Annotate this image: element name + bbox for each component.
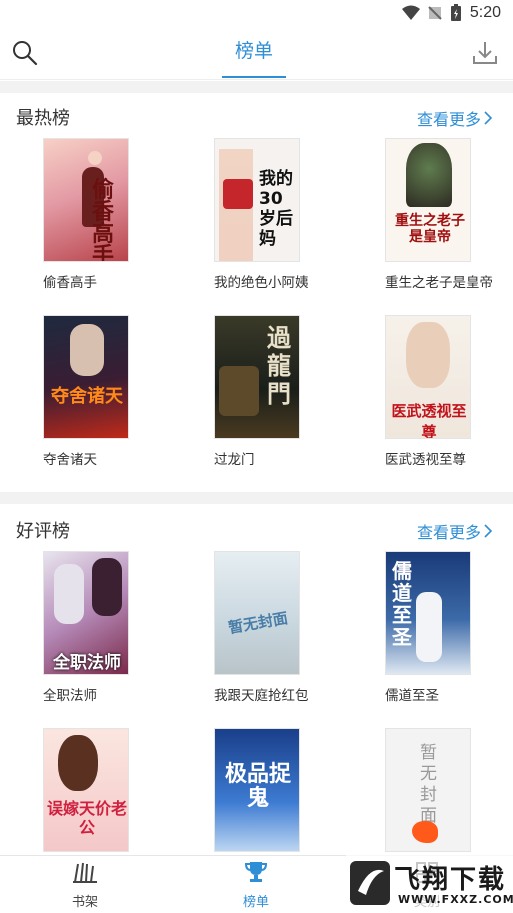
book-title: 儒道至圣: [385, 688, 439, 703]
cover-text: 误嫁天价老公: [46, 799, 127, 837]
book-cover: 偷香高手: [43, 138, 129, 262]
cover-skirt: [223, 179, 253, 209]
cover-text: 重生之老子是皇帝: [395, 213, 465, 245]
watermark-text: 飞翔下载: [394, 865, 507, 895]
cover-figure: [70, 324, 104, 376]
watermark-url: WWW.FXXZ.COM: [398, 893, 513, 906]
see-more-hot[interactable]: 查看更多: [417, 106, 493, 130]
active-tab-indicator: [222, 76, 286, 78]
cover-figure: [219, 366, 259, 416]
watermark-logo: [350, 861, 390, 905]
book-cover: 暂无封面: [214, 551, 300, 675]
cover-text: 過龍門: [267, 323, 291, 408]
cover-text: 全职法师: [53, 653, 121, 673]
cover-text: 偷香高手: [92, 177, 115, 262]
download-icon[interactable]: [471, 39, 499, 67]
tab-label: 榜单: [242, 894, 269, 909]
cover-text: 儒道至圣: [392, 559, 412, 649]
book-cover: 儒道至圣: [385, 551, 471, 675]
cover-text: 极品捉鬼: [224, 762, 291, 811]
status-bar: 5:20: [0, 0, 513, 28]
tab-label: 书架: [71, 894, 98, 909]
tab-bookshelf[interactable]: 书架: [35, 860, 135, 910]
no-signal-icon: [428, 6, 442, 20]
book-cover: 极品捉鬼: [214, 728, 300, 852]
chevron-right-icon: [484, 524, 493, 538]
section-divider: [0, 81, 513, 93]
search-icon[interactable]: [10, 38, 40, 68]
book-title: 夺舍诸天: [43, 452, 97, 467]
cover-figure: [54, 564, 84, 624]
cover-text: 我的30岁后妈: [259, 169, 293, 249]
cover-figure: [406, 322, 450, 388]
cover-figure: [58, 735, 98, 791]
book-cover: 過龍門: [214, 315, 300, 439]
trophy-icon: [244, 862, 268, 882]
cover-fish-icon: [412, 821, 438, 843]
book-cover: 我的30岁后妈: [214, 138, 300, 262]
book-cover: 夺舍诸天: [43, 315, 129, 439]
book-cover: 暂无封面: [385, 728, 471, 852]
chevron-right-icon: [484, 111, 493, 125]
bookshelf-icon: [73, 862, 97, 883]
wifi-icon: [401, 5, 420, 20]
section-title-top-rated: 好评榜: [16, 521, 70, 541]
section-title-hot: 最热榜: [16, 108, 70, 128]
cover-figure-2: [92, 558, 122, 616]
cover-text: 医武透视至尊: [391, 402, 467, 439]
section-divider: [0, 492, 513, 504]
book-title: 我的绝色小阿姨: [214, 275, 309, 290]
book-title: 我跟天庭抢红包: [214, 688, 309, 703]
cover-text: 夺舍诸天: [51, 386, 123, 407]
tab-ranking[interactable]: 榜单: [206, 860, 306, 910]
top-header: 榜单: [0, 28, 513, 80]
cover-figure: [406, 143, 452, 207]
watermark: 飞翔下载 WWW.FXXZ.COM: [346, 855, 513, 913]
tab-ranking-title[interactable]: 榜单: [222, 36, 286, 63]
book-title: 全职法师: [43, 688, 97, 703]
book-cover: 误嫁天价老公: [43, 728, 129, 852]
see-more-top-rated[interactable]: 查看更多: [417, 519, 493, 543]
book-title: 医武透视至尊: [385, 452, 466, 467]
cover-text: 暂无封面: [226, 608, 290, 638]
see-more-label: 查看更多: [416, 525, 481, 542]
see-more-label: 查看更多: [416, 112, 481, 129]
status-time: 5:20: [469, 4, 501, 21]
book-title: 过龙门: [214, 452, 255, 467]
book-title: 重生之老子是皇帝: [385, 275, 493, 290]
book-cover: 全职法师: [43, 551, 129, 675]
book-title: 偷香高手: [43, 275, 97, 290]
cover-face: [88, 151, 102, 165]
status-icons: 5:20: [401, 4, 501, 22]
book-cover: 重生之老子是皇帝: [385, 138, 471, 262]
cover-text: 暂无封面: [420, 743, 437, 826]
battery-icon: [450, 4, 461, 21]
book-cover: 医武透视至尊: [385, 315, 471, 439]
